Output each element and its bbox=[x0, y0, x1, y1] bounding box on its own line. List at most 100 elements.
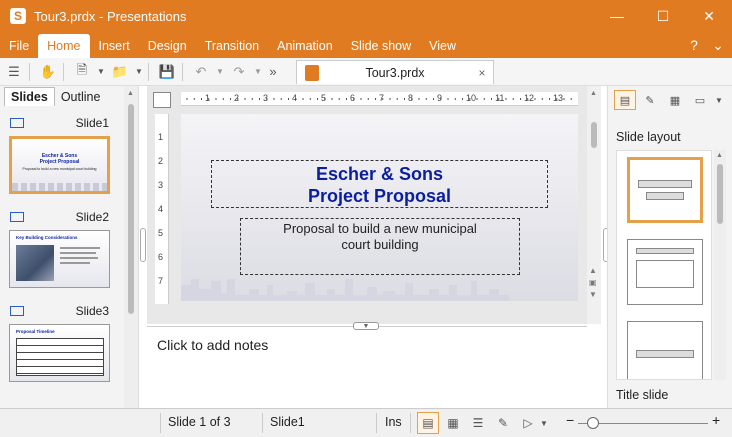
notes-placeholder[interactable]: Click to add notes bbox=[157, 337, 268, 353]
slide-title-line-2: Project Proposal bbox=[307, 186, 452, 206]
layout-title-slide[interactable] bbox=[627, 157, 703, 223]
save-icon[interactable]: 💾 bbox=[156, 61, 178, 83]
toolbar-divider bbox=[29, 62, 30, 81]
notes-view-icon[interactable]: ✎ bbox=[492, 412, 514, 434]
outline-view-icon[interactable]: ☰ bbox=[467, 412, 489, 434]
zoom-in-icon[interactable]: + bbox=[712, 412, 720, 428]
ruler-corner-icon[interactable] bbox=[153, 92, 171, 108]
new-document-icon[interactable]: 🗎 bbox=[71, 61, 93, 83]
tab-transition[interactable]: Transition bbox=[196, 34, 268, 58]
slide-layout-icon[interactable]: ▤ bbox=[614, 90, 636, 110]
chevron-down-icon[interactable]: ▼ bbox=[215, 61, 225, 83]
slide-transition-icon bbox=[10, 212, 24, 222]
slide-canvas[interactable]: Escher & Sons Project Proposal Proposal … bbox=[181, 114, 578, 301]
tab-design[interactable]: Design bbox=[139, 34, 196, 58]
ruler-mark: 5 bbox=[158, 228, 164, 238]
slide-preview[interactable]: Proposal Timeline bbox=[9, 324, 110, 382]
open-folder-icon[interactable]: 📁 bbox=[109, 61, 131, 83]
toolbar-divider bbox=[148, 62, 149, 81]
layout-section-header[interactable] bbox=[627, 321, 703, 379]
chevron-down-icon[interactable]: ▼ bbox=[134, 61, 144, 83]
previous-slide-icon[interactable]: ▲ bbox=[589, 266, 597, 275]
ruler-mark: 13 bbox=[553, 93, 564, 103]
document-tab[interactable]: Tour3.prdx × bbox=[296, 60, 494, 84]
collapse-ribbon-icon[interactable]: ⌄ bbox=[706, 32, 730, 58]
scrollbar-thumb[interactable] bbox=[128, 104, 134, 314]
thumb-title: Key Building Considerations bbox=[16, 235, 78, 240]
scrollbar-thumb[interactable] bbox=[591, 122, 597, 148]
tab-insert[interactable]: Insert bbox=[90, 34, 139, 58]
tab-home[interactable]: Home bbox=[38, 34, 90, 58]
maximize-icon[interactable]: ☐ bbox=[640, 0, 686, 32]
layout-title-block bbox=[638, 180, 692, 188]
ruler-mark: 1 bbox=[205, 93, 211, 103]
layout-content-block bbox=[636, 260, 694, 288]
minimize-icon[interactable]: — bbox=[594, 0, 640, 32]
ruler-mark: 1 bbox=[158, 132, 164, 142]
tab-slides[interactable]: Slides bbox=[4, 87, 55, 106]
insert-mode[interactable]: Ins bbox=[385, 415, 402, 429]
thumbnails-scrollbar[interactable]: ▲ bbox=[124, 86, 138, 408]
tab-slide-show[interactable]: Slide show bbox=[342, 34, 420, 58]
sidebar-heading: Slide layout bbox=[616, 130, 681, 144]
ruler-mark: 7 bbox=[379, 93, 385, 103]
layout-scrollbar[interactable]: ▲ bbox=[714, 150, 726, 380]
layout-title-content[interactable] bbox=[627, 239, 703, 305]
notes-splitter-handle[interactable]: ▼ bbox=[353, 322, 379, 330]
slideshow-icon[interactable]: ▷ bbox=[517, 412, 539, 434]
status-divider bbox=[410, 413, 411, 433]
zoom-slider-handle[interactable] bbox=[587, 417, 599, 429]
thumb-table bbox=[16, 338, 104, 376]
editor-scrollbar[interactable]: ▲ ▲ ▣ ▼ bbox=[587, 86, 601, 324]
horizontal-ruler[interactable]: 1 2 3 4 5 6 7 8 9 10 11 12 13 bbox=[181, 92, 578, 106]
title-placeholder[interactable]: Escher & Sons Project Proposal bbox=[211, 160, 548, 208]
tab-view[interactable]: View bbox=[420, 34, 465, 58]
fit-icon[interactable]: ▣ bbox=[589, 278, 597, 287]
hand-icon[interactable]: ✋ bbox=[37, 61, 59, 83]
sidebar-view-icon[interactable]: ▭ bbox=[689, 90, 711, 110]
chevron-down-icon[interactable]: ▼ bbox=[714, 90, 724, 110]
subtitle-placeholder[interactable]: Proposal to build a new municipal court … bbox=[240, 218, 520, 275]
color-scheme-icon[interactable]: ▦ bbox=[664, 90, 686, 110]
tab-file[interactable]: File bbox=[0, 34, 38, 58]
tab-animation[interactable]: Animation bbox=[268, 34, 342, 58]
slide-sorter-icon[interactable]: ▦ bbox=[442, 412, 464, 434]
quick-toolbar: ☰ ✋ 🗎 ▼ 📁 ▼ 💾 ↶ ▼ ↷ ▼ » Tour3.prdx × bbox=[0, 58, 732, 86]
toolbar-divider bbox=[182, 62, 183, 81]
ruler-mark: 6 bbox=[158, 252, 164, 262]
chevron-down-icon[interactable]: ▼ bbox=[96, 61, 106, 83]
sidebar-tools: ▤ ✎ ▦ ▭ ▼ bbox=[614, 90, 727, 112]
close-document-icon[interactable]: × bbox=[471, 66, 493, 80]
scroll-up-icon[interactable]: ▲ bbox=[127, 90, 134, 97]
chevron-down-icon[interactable]: ▼ bbox=[539, 412, 549, 434]
tab-outline[interactable]: Outline bbox=[55, 87, 107, 106]
more-icon[interactable]: » bbox=[266, 61, 280, 83]
chevron-down-icon[interactable]: ▼ bbox=[253, 61, 263, 83]
vertical-ruler[interactable]: 1 2 3 4 5 6 7 bbox=[155, 114, 169, 304]
panel-tabs: Slides Outline bbox=[0, 86, 138, 106]
scroll-up-icon[interactable]: ▲ bbox=[716, 152, 723, 159]
slide-preview[interactable]: Escher & Sons Project Proposal Proposal … bbox=[9, 136, 110, 194]
app-icon[interactable]: S bbox=[10, 8, 26, 24]
notes-pane[interactable]: ▼ Click to add notes bbox=[147, 322, 587, 392]
menu-icon[interactable]: ☰ bbox=[3, 61, 25, 83]
zoom-out-icon[interactable]: − bbox=[566, 412, 574, 428]
status-bar: Slide 1 of 3 Slide1 Ins ▤ ▦ ☰ ✎ ▷ ▼ − + bbox=[0, 408, 732, 437]
scroll-up-icon[interactable]: ▲ bbox=[590, 90, 597, 97]
thumb-title: Proposal Timeline bbox=[16, 329, 55, 334]
next-slide-icon[interactable]: ▼ bbox=[589, 290, 597, 299]
slide-preview[interactable]: Key Building Considerations bbox=[9, 230, 110, 288]
slide-label: Slide3 bbox=[75, 304, 109, 318]
thumb-text: Proposal to build a new municipal court … bbox=[22, 167, 97, 171]
close-icon[interactable]: ✕ bbox=[686, 0, 732, 32]
help-icon[interactable]: ? bbox=[682, 32, 706, 58]
redo-icon[interactable]: ↷ bbox=[228, 61, 250, 83]
scrollbar-thumb[interactable] bbox=[717, 164, 723, 224]
layout-title-block bbox=[636, 248, 694, 254]
normal-view-icon[interactable]: ▤ bbox=[417, 412, 439, 434]
undo-icon[interactable]: ↶ bbox=[190, 61, 212, 83]
left-splitter-handle[interactable] bbox=[140, 228, 146, 262]
ruler-mark: 12 bbox=[524, 93, 535, 103]
master-pages-icon[interactable]: ✎ bbox=[639, 90, 661, 110]
ruler-mark: 6 bbox=[350, 93, 356, 103]
